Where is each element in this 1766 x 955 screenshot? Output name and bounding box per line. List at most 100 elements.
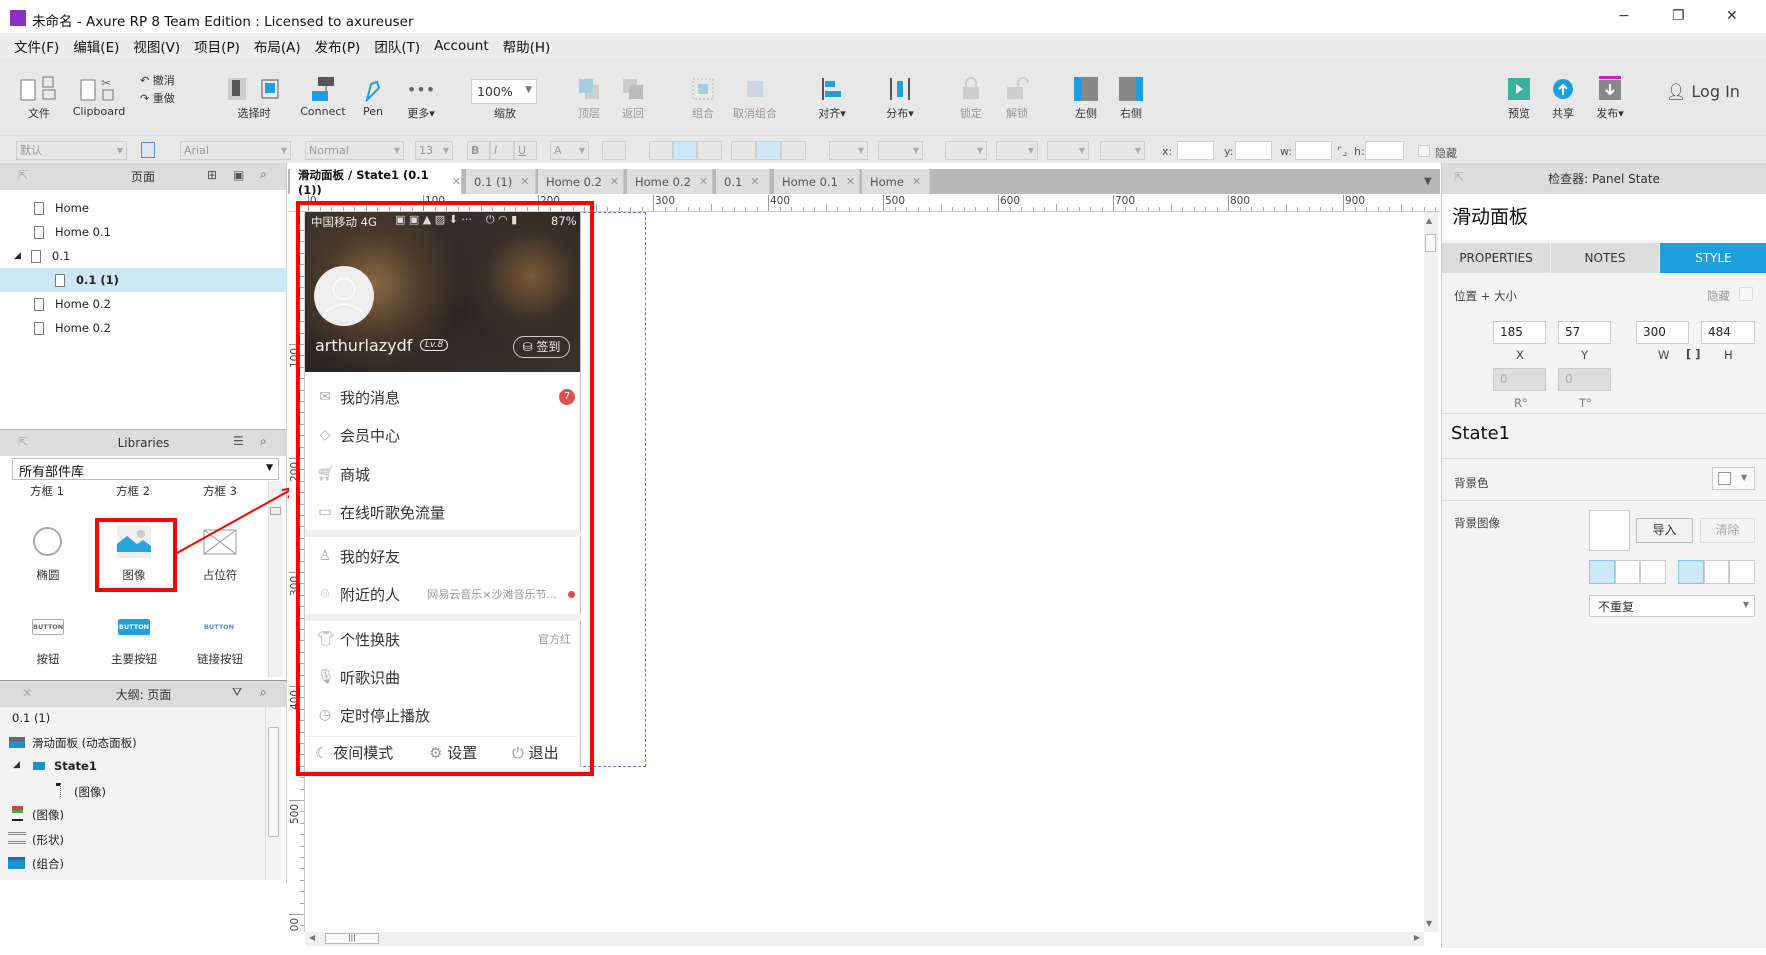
- lock-ratio-icon[interactable]: [ ]: [1686, 347, 1701, 361]
- right-panel-button[interactable]: 右侧: [1117, 58, 1145, 135]
- menu-view[interactable]: 视图(V): [133, 36, 180, 56]
- filter-icon[interactable]: ⛛: [232, 685, 242, 700]
- y-field[interactable]: 57: [1558, 321, 1611, 344]
- close-tab-icon[interactable]: ✕: [520, 175, 529, 188]
- bold-button[interactable]: B: [467, 141, 490, 160]
- align-left-button[interactable]: [1589, 560, 1615, 584]
- clear-button[interactable]: 清除: [1700, 518, 1755, 543]
- minimize-button[interactable]: −: [1618, 8, 1630, 24]
- font-size-select[interactable]: 13 ▼: [415, 141, 453, 160]
- h-input[interactable]: [1365, 141, 1404, 160]
- repeat-select[interactable]: 不重复 ▼: [1589, 595, 1755, 617]
- more-button[interactable]: ••• 更多▾: [402, 58, 440, 135]
- search-icon[interactable]: ⌕: [260, 685, 267, 700]
- login-button[interactable]: 👤︎ Log In: [1666, 82, 1740, 101]
- close-button[interactable]: ✕: [1726, 8, 1738, 24]
- align-bottom-button[interactable]: [1729, 560, 1756, 584]
- close-tab-icon[interactable]: ✕: [912, 175, 921, 188]
- lock-button[interactable]: 锁定: [956, 58, 986, 135]
- page-item[interactable]: Home 0.2: [0, 292, 287, 316]
- bg-color-picker[interactable]: ▼: [1712, 467, 1755, 490]
- line-color-button[interactable]: ▼: [945, 141, 987, 160]
- tab[interactable]: 0.1 ✕: [716, 169, 770, 194]
- collapse-icon[interactable]: ⇱: [18, 435, 28, 449]
- button-widget-icon[interactable]: BUTTON: [32, 619, 64, 635]
- valign-top-button[interactable]: [731, 141, 756, 160]
- zoom-select[interactable]: 100% ▼: [471, 79, 537, 104]
- font-select[interactable]: Arial ▼: [180, 141, 291, 160]
- search-icon[interactable]: ⌕: [260, 167, 267, 182]
- redo-button[interactable]: ↷ 重做: [140, 90, 175, 106]
- x-input[interactable]: [1177, 141, 1214, 160]
- close-tab-icon[interactable]: ✕: [750, 175, 759, 188]
- outline-item[interactable]: (图像): [74, 784, 106, 800]
- left-panel-button[interactable]: 左侧: [1072, 58, 1100, 135]
- tab[interactable]: Home 0.2 ✕: [538, 169, 624, 194]
- connect-button[interactable]: Connect: [300, 58, 346, 135]
- tab[interactable]: 0.1 (1) ✕: [466, 169, 536, 194]
- page-item[interactable]: ◢ 0.1: [0, 244, 287, 268]
- tab[interactable]: Home 0.1 ✕: [774, 169, 860, 194]
- arrow-style-button[interactable]: ▼: [1100, 141, 1145, 160]
- outline-item[interactable]: (组合): [32, 856, 64, 872]
- lock-ratio-icon[interactable]: ⌜⌟: [1337, 145, 1347, 158]
- align-button[interactable]: 对齐▾: [814, 58, 850, 135]
- x-field[interactable]: 185: [1493, 321, 1546, 344]
- menu-project[interactable]: 项目(P): [194, 36, 240, 56]
- tab-style[interactable]: STYLE: [1660, 243, 1766, 273]
- line-style-button[interactable]: ▼: [1047, 141, 1089, 160]
- expand-triangle-icon[interactable]: ◢: [14, 251, 21, 261]
- group-button[interactable]: 组合: [688, 58, 718, 135]
- close-icon[interactable]: ✕: [22, 686, 32, 700]
- align-left-button[interactable]: [649, 141, 673, 160]
- page-item-selected[interactable]: 0.1 (1): [0, 268, 287, 292]
- page-item[interactable]: Home 0.1: [0, 220, 287, 244]
- outline-item[interactable]: State1: [54, 759, 97, 773]
- restore-button[interactable]: ❐: [1672, 8, 1685, 24]
- ungroup-button[interactable]: 取消组合: [730, 58, 780, 135]
- outline-item[interactable]: (图像): [32, 807, 64, 823]
- import-button[interactable]: 导入: [1636, 518, 1693, 543]
- menu-team[interactable]: 团队(T): [374, 36, 420, 56]
- select-mode-button[interactable]: 选择时: [218, 58, 290, 135]
- align-center-button[interactable]: [1614, 560, 1641, 584]
- search-icon[interactable]: ⌕: [260, 434, 267, 449]
- add-folder-icon[interactable]: ▣: [233, 168, 244, 182]
- valign-middle-button[interactable]: [756, 141, 781, 160]
- tab-active[interactable]: 滑动面板 / State1 (0.1 (1)) ✕: [290, 168, 462, 197]
- publish-button[interactable]: 发布▾: [1592, 58, 1628, 135]
- link-button-widget-icon[interactable]: BUTTON: [203, 619, 235, 635]
- style-select[interactable]: 默认 ▼: [16, 141, 127, 160]
- menu-icon[interactable]: ☰: [233, 434, 244, 448]
- page-item[interactable]: Home: [0, 196, 287, 220]
- add-page-icon[interactable]: ⊞: [207, 168, 217, 182]
- clipboard-button[interactable]: ✂ Clipboard: [70, 58, 128, 135]
- format-painter-icon[interactable]: [141, 142, 155, 158]
- ellipse-widget-icon[interactable]: [33, 527, 62, 556]
- menu-help[interactable]: 帮助(H): [503, 36, 551, 56]
- font-weight-select[interactable]: Normal ▼: [305, 141, 404, 160]
- line-width-button[interactable]: ▼: [996, 141, 1038, 160]
- tab-list-dropdown-icon[interactable]: ▼: [1424, 176, 1432, 187]
- h-field[interactable]: 484: [1701, 321, 1755, 344]
- unlock-button[interactable]: 解锁: [1002, 58, 1032, 135]
- outline-item[interactable]: (形状): [32, 832, 64, 848]
- close-tab-icon[interactable]: ✕: [452, 175, 461, 188]
- collapse-icon[interactable]: ⇱: [1454, 170, 1464, 184]
- underline-button[interactable]: U: [514, 141, 537, 160]
- menu-layout[interactable]: 布局(A): [254, 36, 301, 56]
- italic-button[interactable]: I: [490, 141, 514, 160]
- menu-edit[interactable]: 编辑(E): [73, 36, 119, 56]
- preview-button[interactable]: 预览: [1504, 58, 1534, 135]
- align-top-button[interactable]: [1678, 560, 1704, 584]
- hidden-checkbox[interactable]: [1418, 145, 1430, 157]
- bring-front-button[interactable]: 顶层: [574, 58, 604, 135]
- bullet-list-button[interactable]: [602, 141, 626, 160]
- align-right-button[interactable]: [697, 141, 722, 160]
- close-tab-icon[interactable]: ✕: [846, 175, 855, 188]
- horizontal-scrollbar[interactable]: ◀ ||| ▶: [305, 932, 1424, 946]
- outline-item[interactable]: 0.1 (1): [12, 711, 50, 725]
- align-center-button[interactable]: [673, 141, 697, 160]
- w-input[interactable]: [1295, 141, 1332, 160]
- page-item[interactable]: Home 0.2: [0, 316, 287, 340]
